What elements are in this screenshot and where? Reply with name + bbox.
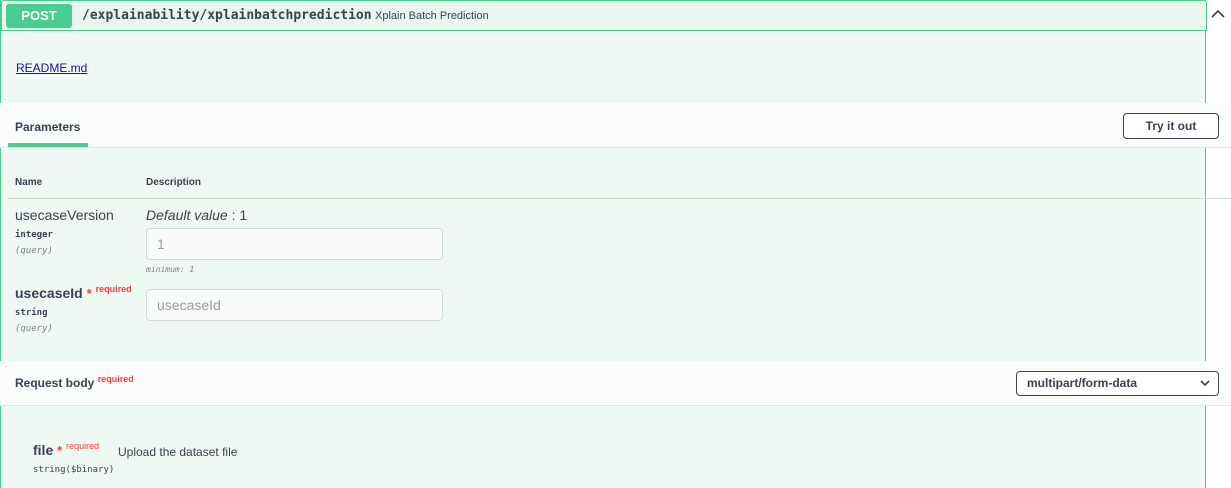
- param-name-usecaseversion: usecaseVersion: [15, 207, 114, 223]
- column-header-description: Description: [146, 177, 202, 188]
- column-header-name: Name: [15, 177, 43, 188]
- readme-link[interactable]: README.md: [16, 61, 87, 75]
- file-field-description: Upload the dataset file: [118, 445, 238, 459]
- http-method-badge: POST: [6, 4, 72, 28]
- tab-active-indicator: [8, 143, 88, 147]
- param-in-usecaseid: (query): [15, 324, 53, 334]
- request-body-required: required: [97, 374, 134, 384]
- chevron-down-icon: [1200, 380, 1210, 387]
- try-it-out-button[interactable]: Try it out: [1123, 113, 1219, 139]
- operation-summary-text: Xplain Batch Prediction: [375, 10, 489, 22]
- chevron-up-icon[interactable]: [1208, 2, 1228, 26]
- operation-path: /explainability/xplainbatchprediction: [82, 8, 372, 23]
- param-in-usecaseversion: (query): [15, 246, 53, 256]
- file-field-label: file: [33, 442, 54, 458]
- file-field-name: file * required: [33, 441, 100, 458]
- required-star: *: [86, 286, 92, 301]
- param-name-usecaseid: usecaseId * required: [15, 284, 132, 301]
- default-value-number: : 1: [227, 207, 248, 223]
- required-label: required: [95, 284, 132, 294]
- operation-summary[interactable]: POST /explainability/xplainbatchpredicti…: [1, 0, 1207, 31]
- content-type-value: multipart/form-data: [1027, 376, 1138, 390]
- usecaseversion-input[interactable]: 1: [146, 228, 443, 260]
- request-body-title: Request body: [15, 376, 95, 390]
- file-field-type: string($binary): [33, 465, 115, 475]
- default-value-label: Default value: [146, 207, 228, 223]
- tab-parameters[interactable]: Parameters: [15, 120, 80, 134]
- param-minimum-usecaseversion: minimum: 1: [146, 265, 195, 274]
- param-type-usecaseid: string: [15, 308, 48, 318]
- content-type-select[interactable]: multipart/form-data: [1016, 371, 1219, 396]
- param-default-usecaseversion: Default value : 1: [146, 207, 247, 223]
- required-label: required: [66, 441, 100, 451]
- required-star: *: [57, 443, 63, 458]
- request-body-label: Request body required: [15, 374, 134, 390]
- request-body-header: Request body required multipart/form-dat…: [0, 361, 1231, 406]
- param-type-usecaseversion: integer: [15, 230, 53, 240]
- header-divider: [8, 198, 1231, 199]
- usecaseid-input[interactable]: usecaseId: [146, 289, 443, 321]
- parameters-header: Parameters Try it out: [0, 103, 1231, 148]
- param-name-usecaseid-text: usecaseId: [15, 285, 83, 301]
